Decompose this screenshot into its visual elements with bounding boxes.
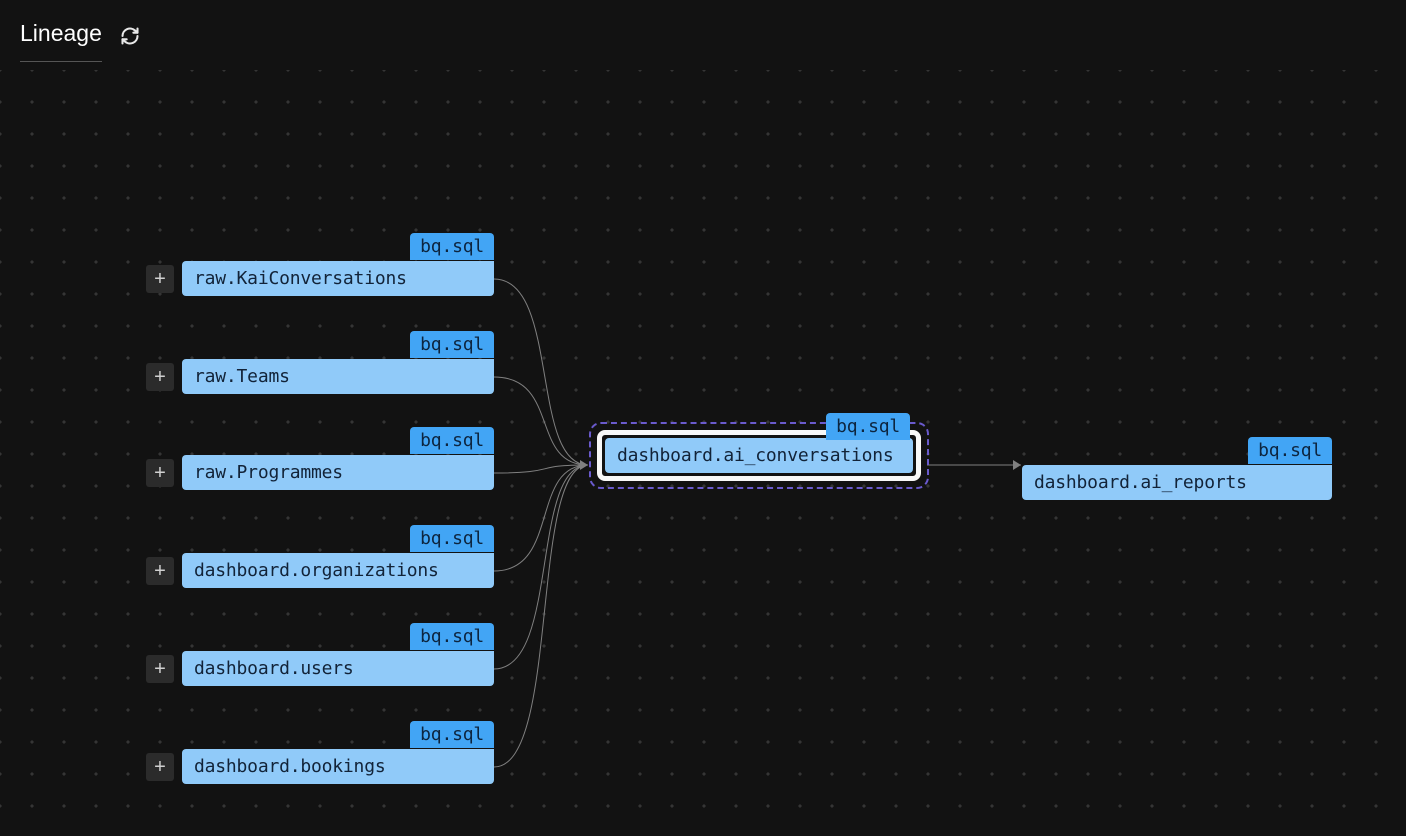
node-raw-programmes[interactable]: raw.Programmes bq.sql: [182, 455, 494, 490]
node-label: raw.Teams: [194, 366, 290, 387]
header: Lineage: [20, 20, 140, 62]
node-tag: bq.sql: [826, 413, 910, 440]
node-tag: bq.sql: [1248, 437, 1332, 464]
node-raw-kaiconversations[interactable]: raw.KaiConversations bq.sql: [182, 261, 494, 296]
expand-button[interactable]: +: [146, 655, 174, 683]
node-label: dashboard.bookings: [194, 756, 385, 777]
node-tag: bq.sql: [410, 331, 494, 358]
expand-button[interactable]: +: [146, 557, 174, 585]
expand-button[interactable]: +: [146, 265, 174, 293]
node-dashboard-users[interactable]: dashboard.users bq.sql: [182, 651, 494, 686]
node-dashboard-bookings[interactable]: dashboard.bookings bq.sql: [182, 749, 494, 784]
node-label: dashboard.users: [194, 658, 354, 679]
lineage-canvas[interactable]: + raw.KaiConversations bq.sql + raw.Team…: [0, 70, 1406, 836]
tab-lineage[interactable]: Lineage: [20, 20, 102, 62]
node-tag: bq.sql: [410, 233, 494, 260]
node-tag: bq.sql: [410, 623, 494, 650]
expand-button[interactable]: +: [146, 459, 174, 487]
node-dashboard-ai-reports[interactable]: dashboard.ai_reports bq.sql: [1022, 465, 1332, 500]
node-tag: bq.sql: [410, 721, 494, 748]
expand-button[interactable]: +: [146, 753, 174, 781]
node-label: raw.KaiConversations: [194, 268, 407, 289]
node-label: raw.Programmes: [194, 462, 343, 483]
node-dashboard-organizations[interactable]: dashboard.organizations bq.sql: [182, 553, 494, 588]
node-label: dashboard.ai_conversations: [617, 445, 894, 466]
selected-node-wrap: dashboard.ai_conversations bq.sql: [589, 422, 929, 489]
node-tag: bq.sql: [410, 525, 494, 552]
node-tag: bq.sql: [410, 427, 494, 454]
selected-node-inner: dashboard.ai_conversations bq.sql: [597, 430, 921, 481]
node-label: dashboard.ai_reports: [1034, 472, 1247, 493]
node-dashboard-ai-conversations[interactable]: dashboard.ai_conversations bq.sql: [605, 438, 913, 473]
node-label: dashboard.organizations: [194, 560, 439, 581]
refresh-icon[interactable]: [120, 26, 140, 46]
expand-button[interactable]: +: [146, 363, 174, 391]
node-raw-teams[interactable]: raw.Teams bq.sql: [182, 359, 494, 394]
